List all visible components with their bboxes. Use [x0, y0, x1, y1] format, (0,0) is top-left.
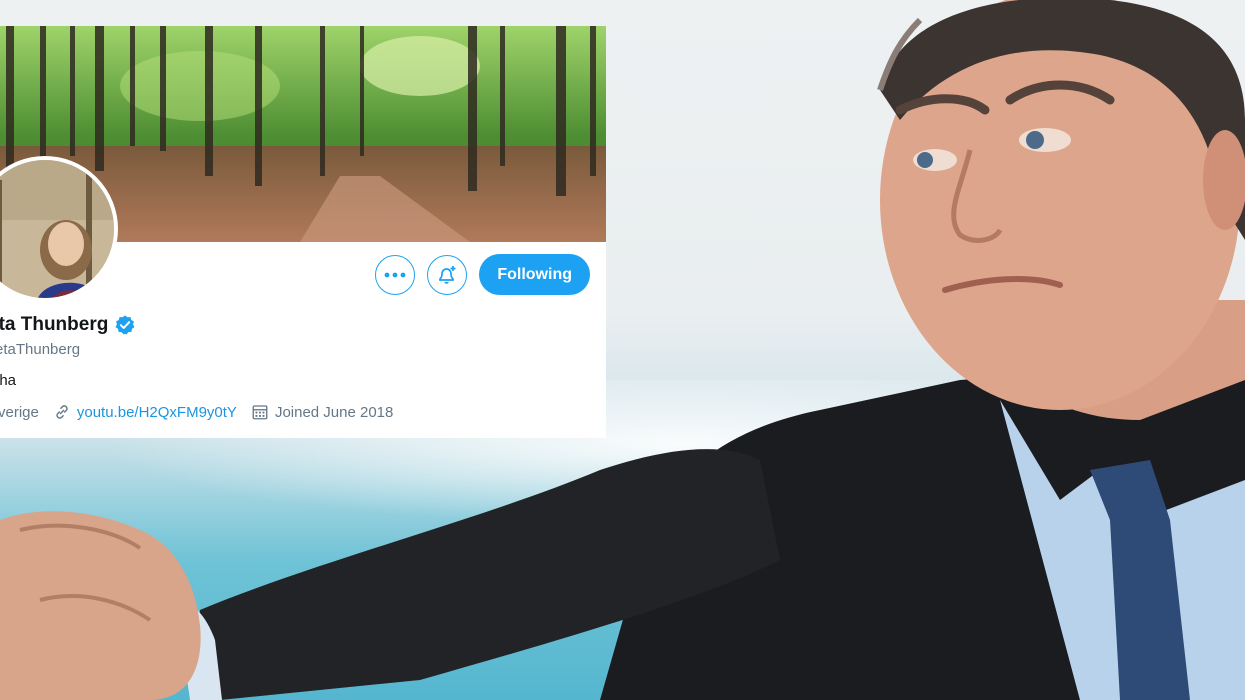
- man-pointing-photo: [0, 0, 1245, 700]
- screenshot-scene: Following eta Thunberg retaThunberg lha …: [0, 0, 1245, 700]
